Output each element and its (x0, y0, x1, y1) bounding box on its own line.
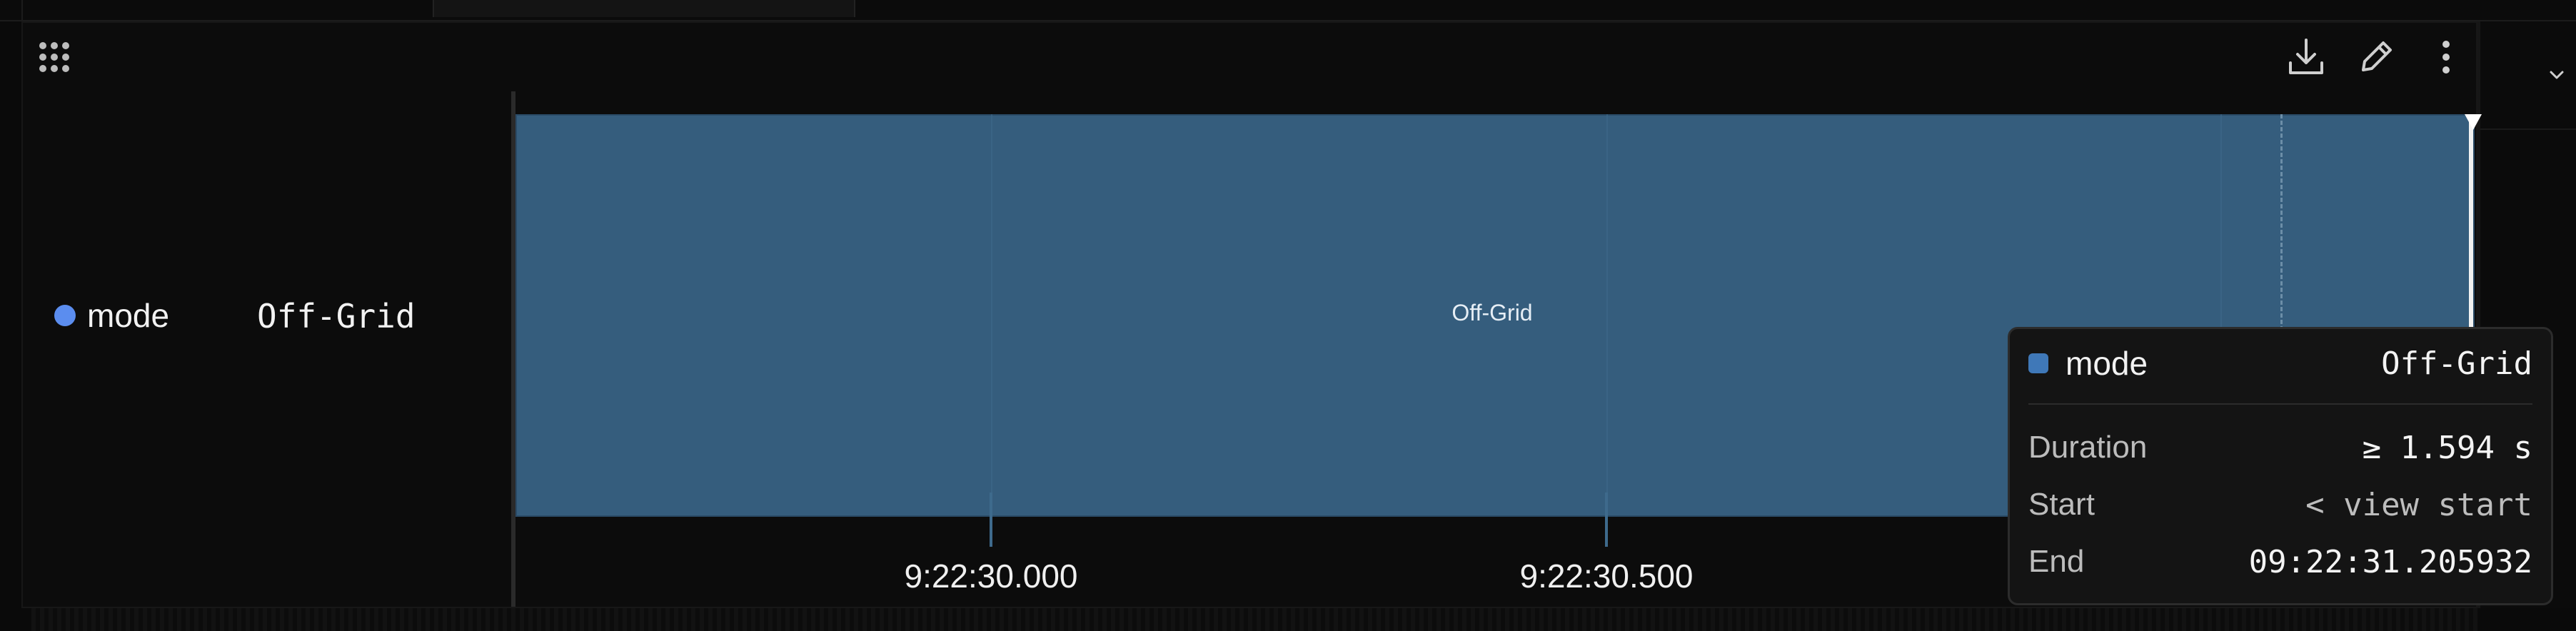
tooltip-key: Start (2028, 487, 2095, 522)
tooltip-row-end: End 09:22:31.205932 (2028, 542, 2532, 582)
tooltip-divider (2028, 403, 2532, 405)
x-tick-label: 9:22:30.500 (1519, 557, 1694, 595)
series-color-dot (54, 305, 76, 326)
tooltip-series-value: Off-Grid (2381, 345, 2532, 382)
tooltip-row-start: Start < view start (2028, 485, 2532, 525)
tooltip-row-duration: Duration ≥ 1.594 s (2028, 428, 2532, 468)
bottom-resize-strip[interactable] (31, 608, 2477, 631)
hover-tooltip: mode Off-Grid Duration ≥ 1.594 s Start <… (2008, 327, 2553, 605)
series-current-value: Off-Grid (257, 297, 416, 335)
segment-label: Off-Grid (1451, 300, 1533, 325)
tooltip-key: Duration (2028, 430, 2148, 465)
tooltip-series-swatch (2028, 353, 2048, 373)
series-name: mode (87, 297, 170, 334)
drag-handle-icon[interactable] (37, 40, 77, 80)
edit-button[interactable] (2353, 29, 2396, 86)
more-vertical-icon (2442, 41, 2450, 74)
top-divider (21, 0, 23, 20)
x-tick (990, 493, 992, 547)
chevron-down-icon[interactable] (2547, 66, 2566, 84)
tooltip-value: 09:22:31.205932 (2248, 543, 2532, 580)
tooltip-series: mode (2028, 344, 2148, 383)
end-marker-triangle-icon (2465, 114, 2482, 130)
gridline (991, 114, 992, 545)
x-tick-label: 9:22:30.000 (904, 557, 1078, 595)
series-legend[interactable]: mode Off-Grid (54, 294, 416, 337)
top-tab-segment[interactable] (433, 0, 855, 17)
tooltip-key: End (2028, 544, 2085, 579)
edit-icon (2362, 41, 2392, 71)
gridline (1606, 114, 1608, 545)
tooltip-value: < view start (2305, 486, 2532, 523)
top-strip (0, 0, 2576, 21)
tooltip-series-name: mode (2066, 345, 2148, 382)
more-options-button[interactable] (2425, 29, 2467, 86)
tooltip-header: mode Off-Grid (2028, 343, 2532, 383)
gutter-divider (2480, 128, 2576, 130)
download-icon (2289, 39, 2323, 74)
tooltip-value: ≥ 1.594 s (2362, 429, 2532, 466)
download-button[interactable] (2285, 29, 2328, 86)
x-tick (1605, 493, 1608, 547)
